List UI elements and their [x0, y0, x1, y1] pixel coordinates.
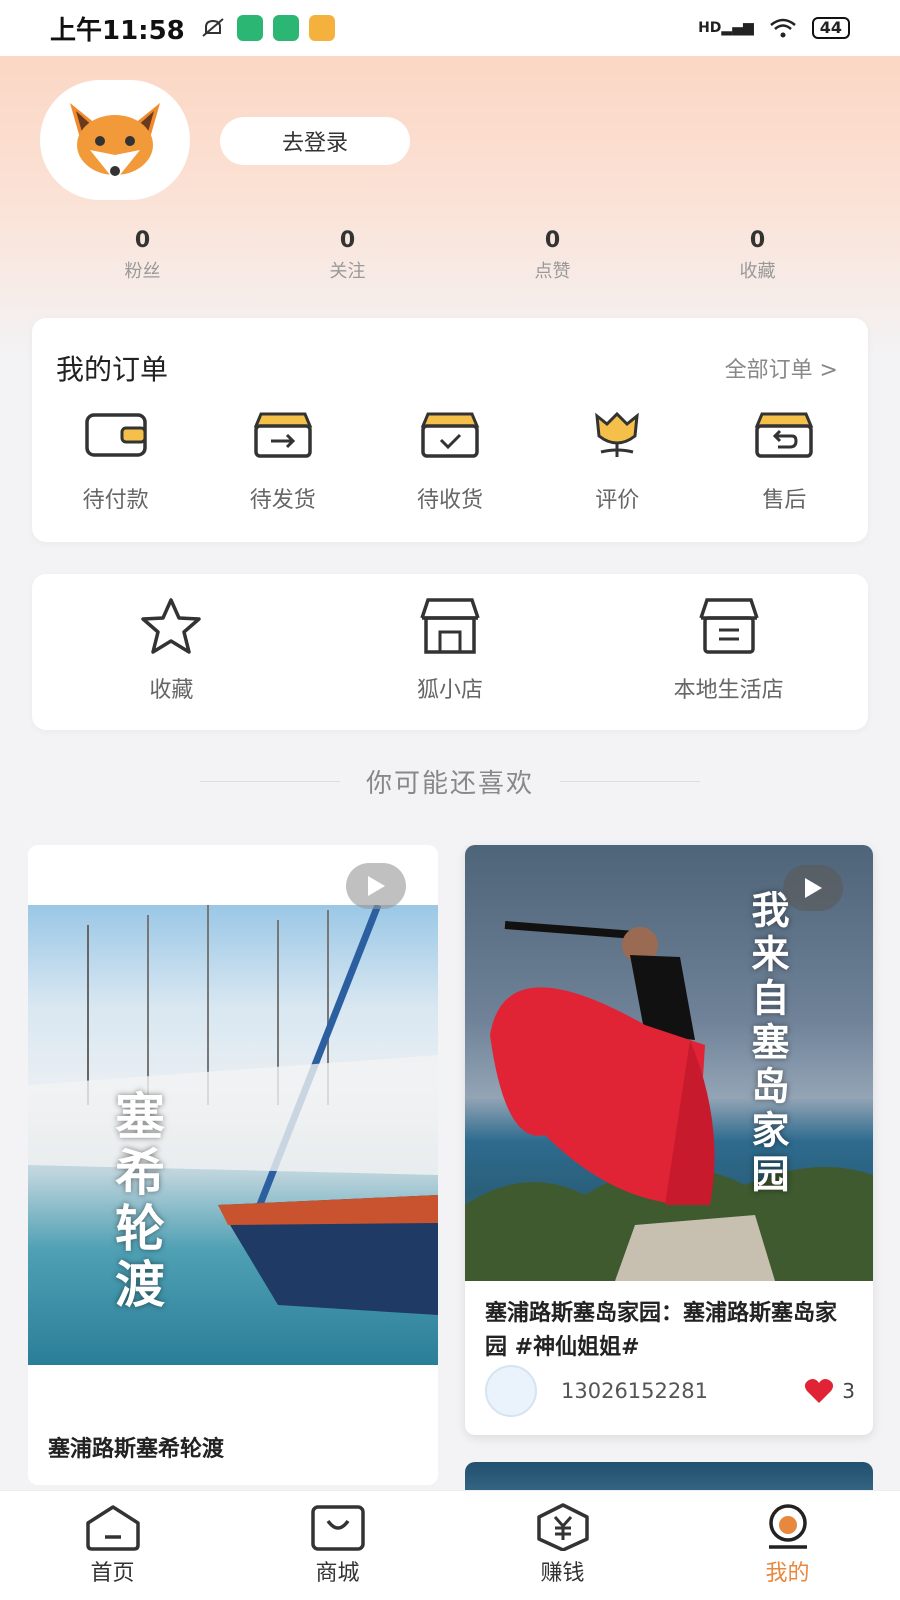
recommend-header: 你可能还喜欢 — [0, 763, 900, 800]
feed-card[interactable]: 塞希轮渡 塞浦路斯塞希轮渡 — [28, 845, 438, 1485]
tab-label: 商城 — [315, 1561, 360, 1586]
stat-label: 收藏 — [739, 261, 776, 282]
heart-icon — [805, 1379, 834, 1403]
stat-following[interactable]: 0 关注 — [245, 228, 450, 283]
shortcut-fox-shop[interactable]: 狐小店 — [311, 574, 590, 730]
bottom-tab-bar: 首页 商城 赚钱 我的 — [0, 1490, 900, 1600]
feed-title: 塞浦路斯塞岛家园：塞浦路斯塞岛家园 #神仙姐姐# — [485, 1301, 838, 1360]
order-item-label: 待收货 — [417, 488, 484, 513]
shortcut-label: 收藏 — [149, 678, 194, 703]
login-button[interactable]: 去登录 — [220, 117, 410, 165]
shortcuts-card: 收藏 狐小店 本地生活店 — [32, 574, 868, 730]
app-notification-icon — [308, 15, 335, 41]
order-pending-payment[interactable]: 待付款 — [32, 410, 199, 514]
order-after-sales[interactable]: 售后 — [701, 410, 868, 514]
all-orders-link[interactable]: 全部订单 > — [725, 352, 838, 384]
tab-earn[interactable]: 赚钱 — [450, 1491, 675, 1600]
star-icon — [141, 598, 202, 654]
bag-icon — [310, 1505, 365, 1551]
store-icon — [699, 598, 759, 654]
shortcut-label: 本地生活店 — [673, 678, 784, 703]
mute-bell-icon — [202, 18, 224, 37]
status-time: 上午11:58 — [50, 15, 185, 46]
stat-label: 关注 — [329, 261, 366, 282]
play-button[interactable] — [783, 865, 843, 911]
author-name[interactable]: 13026152281 — [561, 1379, 708, 1403]
like-button[interactable]: 3 — [804, 1378, 855, 1404]
tab-mine[interactable]: 我的 — [675, 1491, 900, 1600]
order-item-label: 待发货 — [249, 488, 316, 513]
feed-card[interactable]: 我来自塞岛家园 塞浦路斯塞岛家园：塞浦路斯塞岛家园 #神仙姐姐# 1302615… — [465, 845, 873, 1435]
orders-title: 我的订单 — [56, 353, 169, 386]
app-notification-icon — [272, 15, 299, 41]
app-notification-icon — [236, 15, 263, 41]
like-count: 3 — [842, 1379, 855, 1403]
feed-image: 塞希轮渡 — [28, 905, 438, 1365]
box-arrow-icon — [253, 412, 313, 458]
order-item-label: 待付款 — [82, 488, 149, 513]
play-icon — [805, 878, 822, 898]
wifi-icon — [769, 18, 796, 38]
signal-icon: HD▂▄▆ — [698, 20, 754, 36]
feed-overlay-text: 塞希轮渡 — [107, 1090, 165, 1314]
orders-card: 我的订单 全部订单 > 待付款 待发货 待收货 评价 售后 — [32, 318, 868, 542]
stat-value: 0 — [134, 228, 151, 253]
feed-overlay-text: 我来自塞岛家园 — [745, 890, 789, 1198]
box-check-icon — [420, 412, 480, 458]
author-row: 13026152281 3 — [485, 1365, 855, 1417]
stat-label: 点赞 — [534, 261, 571, 282]
fox-avatar-icon — [70, 103, 160, 181]
order-item-label: 评价 — [595, 488, 640, 513]
author-avatar[interactable] — [485, 1365, 537, 1417]
stat-label: 粉丝 — [124, 261, 161, 282]
divider — [199, 781, 340, 782]
order-item-label: 售后 — [762, 488, 807, 513]
feed-title: 塞浦路斯塞希轮渡 — [48, 1437, 225, 1462]
box-return-icon — [755, 412, 814, 458]
order-review[interactable]: 评价 — [534, 410, 701, 514]
profile-stats: 0 粉丝 0 关注 0 点赞 0 收藏 — [40, 228, 860, 283]
stat-fans[interactable]: 0 粉丝 — [40, 228, 245, 283]
status-bar: 上午11:58 HD▂▄▆ 44 — [0, 0, 900, 56]
tab-label: 赚钱 — [540, 1561, 585, 1586]
stat-favorites[interactable]: 0 收藏 — [655, 228, 860, 283]
stat-value: 0 — [544, 228, 561, 253]
wallet-icon — [84, 413, 147, 457]
shortcut-label: 狐小店 — [417, 678, 484, 703]
order-pending-receipt[interactable]: 待收货 — [366, 410, 533, 514]
order-pending-shipment[interactable]: 待发货 — [199, 410, 366, 514]
play-button[interactable] — [346, 863, 406, 909]
stat-likes[interactable]: 0 点赞 — [450, 228, 655, 283]
tulip-icon — [595, 411, 640, 457]
recommend-title: 你可能还喜欢 — [365, 769, 534, 799]
battery-icon: 44 — [811, 17, 850, 39]
tab-home[interactable]: 首页 — [0, 1491, 225, 1600]
avatar[interactable] — [40, 80, 190, 200]
stat-value: 0 — [749, 228, 766, 253]
tab-label: 首页 — [90, 1561, 135, 1586]
tab-label: 我的 — [765, 1561, 810, 1586]
stat-value: 0 — [339, 228, 356, 253]
tab-mall[interactable]: 商城 — [225, 1491, 450, 1600]
shop-icon — [420, 598, 480, 654]
play-icon — [368, 876, 385, 896]
shortcut-favorites[interactable]: 收藏 — [32, 574, 311, 730]
coin-icon — [536, 1503, 589, 1551]
divider — [560, 781, 700, 782]
home-icon — [85, 1505, 140, 1551]
shortcut-local-life-store[interactable]: 本地生活店 — [589, 574, 868, 730]
status-notification-icons — [199, 14, 335, 42]
profile-icon — [768, 1504, 807, 1549]
